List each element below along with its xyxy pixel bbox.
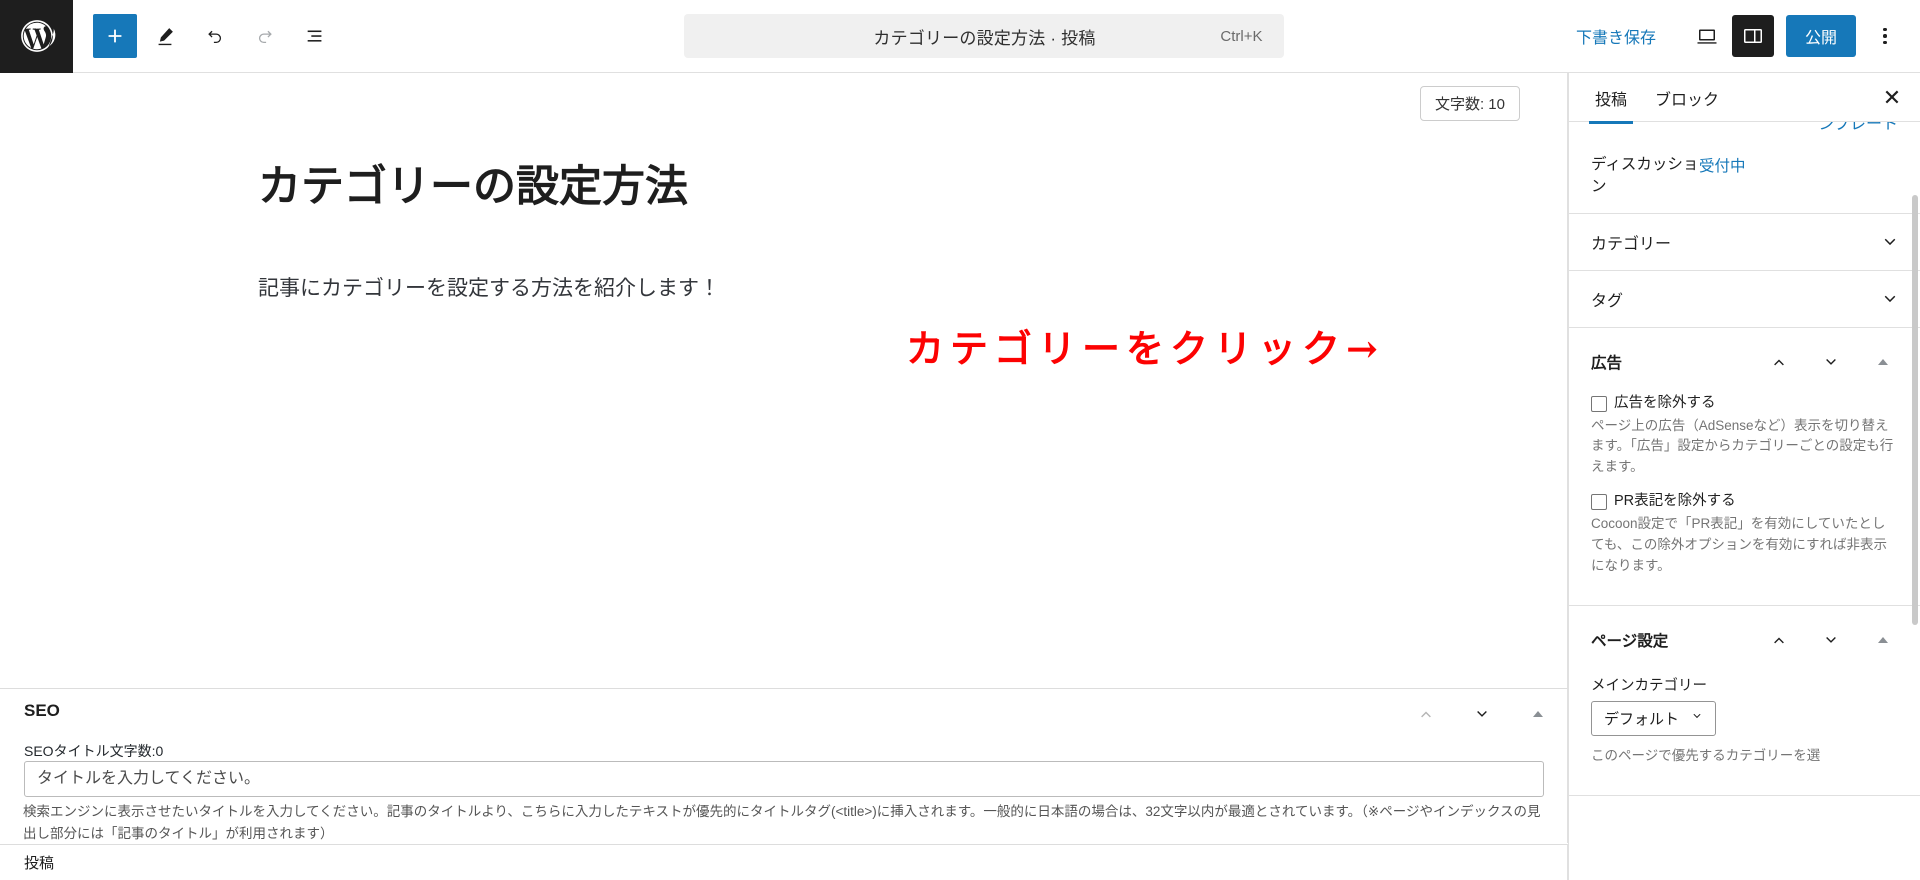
page-settings-panel: ページ設定 メインカテゴリー デフォルト このページで優先するカテゴリーを選 — [1569, 606, 1920, 796]
main-category-selected-value: デフォルト — [1604, 710, 1680, 728]
triangle-up-icon[interactable] — [1866, 345, 1900, 379]
ad-panel-header-icons — [1762, 345, 1906, 379]
chevron-up-icon[interactable] — [1762, 345, 1796, 379]
ad-panel-title: 広告 — [1591, 354, 1623, 372]
exclude-ads-label: 広告を除外する — [1614, 394, 1716, 411]
template-link-clipped[interactable]: ンプレート — [1818, 122, 1898, 134]
document-overview-button[interactable] — [293, 14, 337, 58]
chevron-down-icon[interactable] — [1814, 345, 1848, 379]
chevron-down-icon[interactable] — [1465, 697, 1499, 731]
sidebar-scrollbar[interactable] — [1911, 195, 1919, 880]
exclude-ads-help: ページ上の広告（AdSenseなど）表示を切り替えます。「広告」設定からカテゴリ… — [1591, 417, 1894, 475]
sidebar-item-categories[interactable]: カテゴリー — [1569, 214, 1920, 271]
exclude-ads-checkbox-row[interactable]: 広告を除外する — [1591, 394, 1898, 414]
header-actions-group: 下書き保存 公開 — [1562, 15, 1920, 57]
kebab-menu-icon[interactable] — [1864, 15, 1906, 57]
seo-metabox-panel: SEO SEOタイトル文字数:0 検索エンジンに表示させたいタイトルを入力してく… — [0, 688, 1568, 843]
editor-status-bar: 投稿 — [0, 844, 1568, 880]
wordpress-logo-icon[interactable] — [0, 0, 73, 73]
main-category-select[interactable]: デフォルト — [1591, 700, 1717, 736]
sidebar-scrollbar-thumb[interactable] — [1912, 195, 1918, 625]
exclude-pr-help: Cocoon設定で「PR表記」を有効にしていたとしても、この除外オプションを有効… — [1591, 515, 1888, 573]
editor-canvas[interactable]: 文字数: 10 カテゴリーの設定方法 記事にカテゴリーを設定する方法を紹介します… — [0, 73, 1568, 688]
sidebar-scroll-area: ンプレート ディスカッション 受付中 カテゴリー タグ 広告 広告を除外する ペ… — [1569, 122, 1920, 880]
main-category-label: メインカテゴリー — [1591, 677, 1707, 694]
wordpress-block-editor: カテゴリーの設定方法 · 投稿 Ctrl+K 下書き保存 公開 文字数: 10 … — [0, 0, 1920, 880]
command-bar-container: カテゴリーの設定方法 · 投稿 Ctrl+K — [337, 14, 1562, 58]
exclude-pr-label: PR表記を除外する — [1614, 493, 1736, 510]
header-tools-group — [73, 14, 337, 58]
edit-tool-button[interactable] — [143, 14, 187, 58]
triangle-up-icon[interactable] — [1521, 697, 1555, 731]
chevron-down-icon — [1878, 230, 1902, 254]
command-bar[interactable]: カテゴリーの設定方法 · 投稿 Ctrl+K — [684, 14, 1285, 58]
redo-button[interactable] — [243, 14, 287, 58]
clipped-template-row: ンプレート — [1569, 122, 1920, 144]
chevron-down-icon — [1689, 708, 1705, 728]
word-count-badge: 文字数: 10 — [1419, 86, 1520, 121]
seo-title-input[interactable] — [24, 761, 1544, 797]
post-title[interactable]: カテゴリーの設定方法 — [258, 162, 688, 214]
page-panel-title: ページ設定 — [1591, 632, 1669, 650]
settings-sidebar: 投稿 ブロック ✕ ンプレート ディスカッション 受付中 カテゴリー タグ 広告… — [1568, 73, 1920, 880]
status-bar-breadcrumb[interactable]: 投稿 — [24, 852, 54, 873]
chevron-up-icon[interactable] — [1409, 697, 1443, 731]
page-panel-body: メインカテゴリー デフォルト このページで優先するカテゴリーを選 — [1569, 674, 1920, 767]
sidebar-row-discussion[interactable]: ディスカッション 受付中 — [1569, 144, 1920, 214]
page-panel-header-icons — [1762, 623, 1906, 657]
annotation-overlay-text: カテゴリーをクリック→ — [906, 326, 1384, 371]
add-block-button[interactable] — [93, 14, 137, 58]
ad-settings-panel: 広告 広告を除外する ページ上の広告（AdSenseなど）表示を切り替えます。「… — [1569, 328, 1920, 606]
exclude-pr-checkbox-row[interactable]: PR表記を除外する — [1591, 492, 1898, 512]
sidebar-tabs: 投稿 ブロック ✕ — [1569, 73, 1920, 124]
tags-label: タグ — [1591, 292, 1624, 310]
seo-panel-title: SEO — [24, 701, 60, 720]
undo-button[interactable] — [193, 14, 237, 58]
categories-label: カテゴリー — [1591, 235, 1672, 253]
settings-sidebar-toggle[interactable] — [1731, 15, 1774, 57]
sidebar-item-tags[interactable]: タグ — [1569, 271, 1920, 328]
chevron-up-icon[interactable] — [1762, 623, 1796, 657]
seo-panel-header-icons — [1409, 697, 1555, 731]
exclude-pr-checkbox[interactable] — [1591, 494, 1607, 511]
preview-button[interactable] — [1686, 15, 1728, 57]
page-panel-header: ページ設定 — [1569, 606, 1920, 670]
seo-title-char-count: SEOタイトル文字数:0 — [24, 743, 164, 759]
command-bar-shortcut: Ctrl+K — [1220, 27, 1263, 45]
triangle-up-icon[interactable] — [1866, 623, 1900, 657]
chevron-down-icon — [1878, 287, 1902, 311]
exclude-ads-checkbox[interactable] — [1591, 395, 1607, 412]
ad-panel-body: 広告を除外する ページ上の広告（AdSenseなど）表示を切り替えます。「広告」… — [1569, 394, 1920, 577]
seo-title-help-text: 検索エンジンに表示させたいタイトルを入力してください。記事のタイトルより、こちら… — [23, 804, 1541, 842]
discussion-value[interactable]: 受付中 — [1699, 154, 1746, 176]
chevron-down-icon[interactable] — [1814, 623, 1848, 657]
post-paragraph-block[interactable]: 記事にカテゴリーを設定する方法を紹介します！ — [258, 272, 720, 306]
ad-panel-header: 広告 — [1569, 328, 1920, 392]
discussion-label: ディスカッション — [1591, 156, 1699, 196]
editor-header: カテゴリーの設定方法 · 投稿 Ctrl+K 下書き保存 公開 — [0, 0, 1920, 73]
publish-button[interactable]: 公開 — [1785, 15, 1856, 57]
tab-post[interactable]: 投稿 — [1581, 73, 1641, 124]
seo-panel-header: SEO — [0, 689, 1567, 737]
command-bar-title: カテゴリーの設定方法 · 投稿 — [873, 28, 1096, 48]
main-category-help: このページで優先するカテゴリーを選 — [1591, 747, 1821, 763]
close-icon[interactable]: ✕ — [1874, 80, 1910, 116]
save-draft-button[interactable]: 下書き保存 — [1562, 16, 1670, 56]
tab-block[interactable]: ブロック — [1641, 73, 1733, 123]
